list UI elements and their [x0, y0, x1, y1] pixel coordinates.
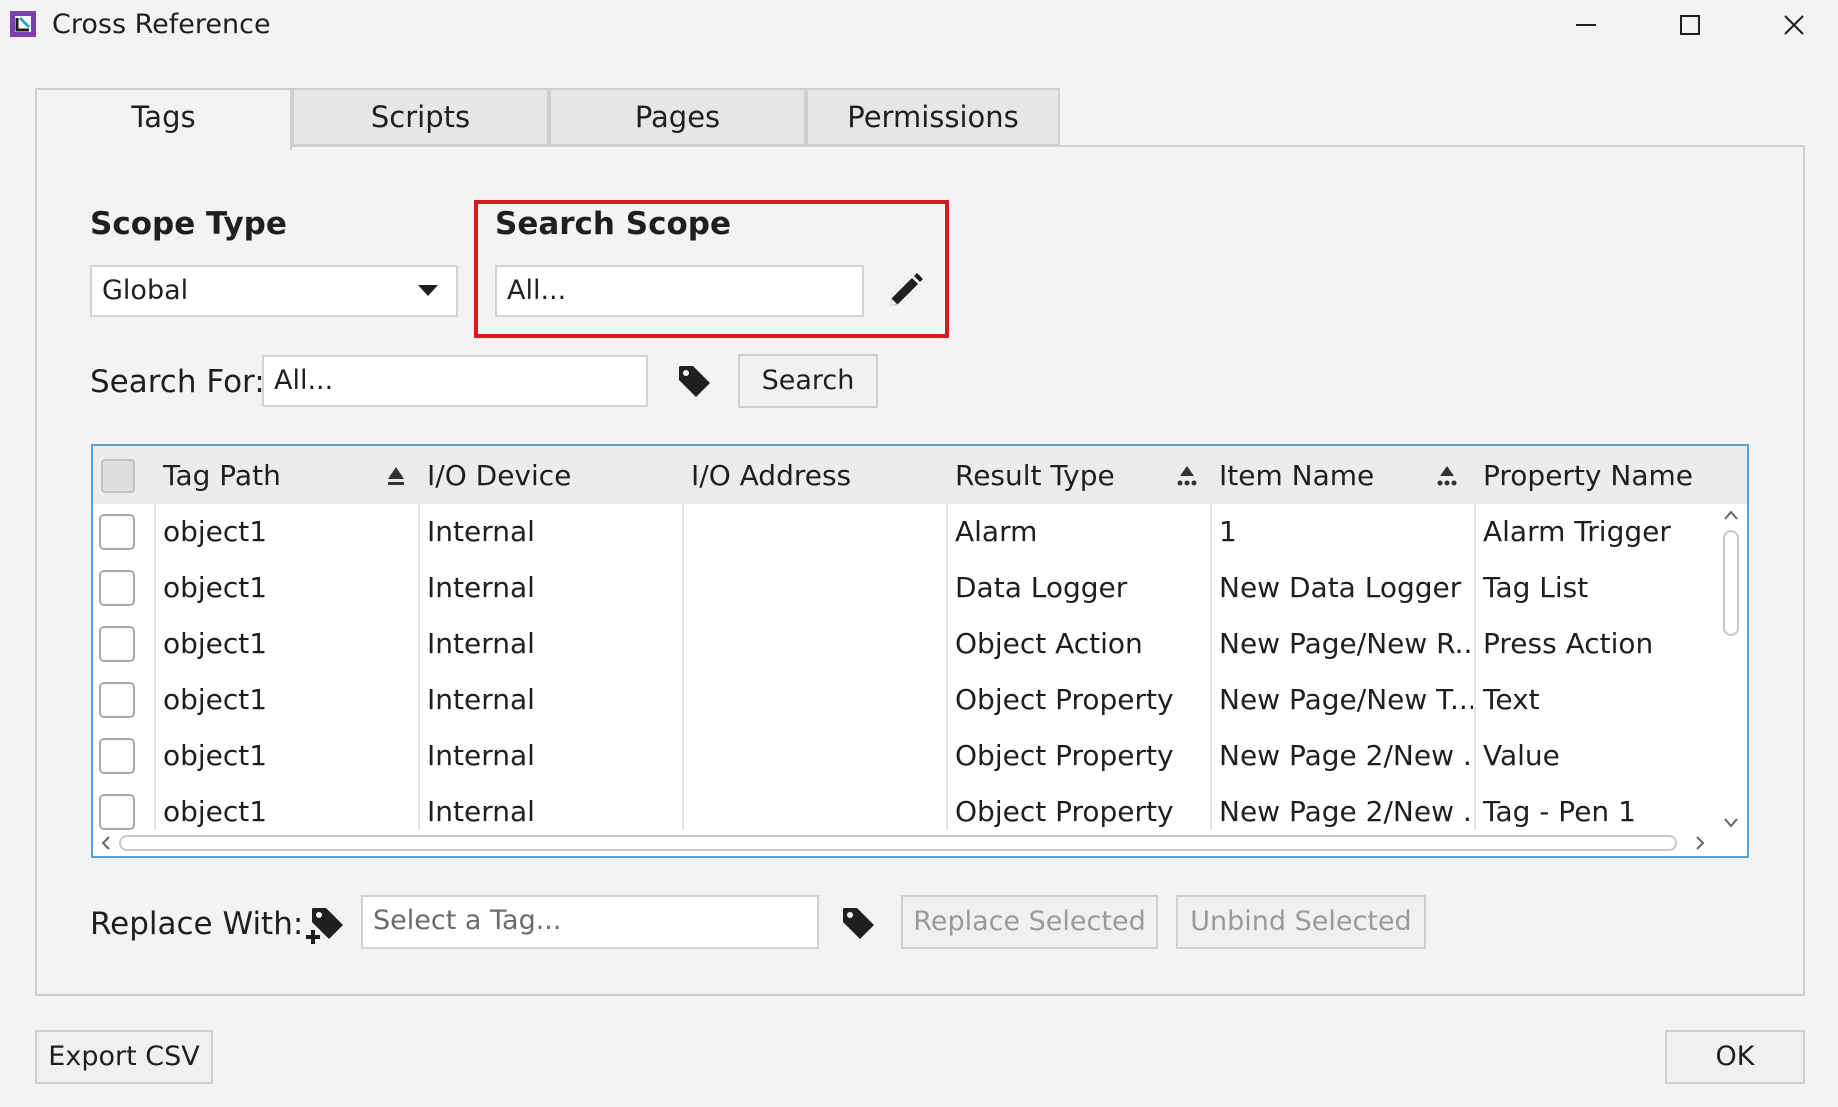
- add-tag-icon[interactable]: [303, 905, 345, 947]
- ok-button[interactable]: OK: [1665, 1030, 1805, 1084]
- maximize-button[interactable]: [1638, 0, 1742, 50]
- tag-icon[interactable]: [676, 363, 714, 401]
- search-scope-field[interactable]: All...: [495, 265, 864, 317]
- horizontal-scroll-thumb[interactable]: [119, 835, 1677, 851]
- search-for-value: All...: [274, 365, 334, 396]
- horizontal-scrollbar[interactable]: [93, 830, 1747, 856]
- replace-tag-field[interactable]: Select a Tag...: [361, 895, 819, 949]
- minimize-button[interactable]: [1534, 0, 1638, 50]
- vertical-scroll-thumb[interactable]: [1723, 530, 1739, 636]
- results-table: Tag Path I/O Device I/O Address Result T…: [91, 444, 1749, 858]
- title-bar: Cross Reference: [0, 0, 1838, 56]
- search-button[interactable]: Search: [738, 354, 878, 408]
- chevron-down-icon: [418, 285, 438, 296]
- column-header-property-name[interactable]: Property Name: [1475, 446, 1735, 504]
- scroll-up-icon[interactable]: [1723, 508, 1739, 522]
- replace-selected-button[interactable]: Replace Selected: [901, 895, 1158, 949]
- scope-type-value: Global: [102, 275, 189, 306]
- app-logo-icon: [10, 11, 36, 37]
- tab-pages[interactable]: Pages: [549, 88, 806, 146]
- search-for-label: Search For:: [90, 364, 265, 400]
- search-scope-value: All...: [507, 275, 567, 306]
- table-row[interactable]: object1 Internal Object Action New Page/…: [93, 616, 1713, 672]
- search-for-field[interactable]: All...: [262, 355, 648, 407]
- select-all-checkbox[interactable]: [101, 459, 135, 493]
- row-checkbox[interactable]: [99, 682, 135, 718]
- row-checkbox[interactable]: [99, 794, 135, 830]
- close-icon: [1784, 15, 1804, 35]
- row-checkbox[interactable]: [99, 570, 135, 606]
- table-row[interactable]: object1 Internal Data Logger New Data Lo…: [93, 560, 1713, 616]
- table-row[interactable]: object1 Internal Object Property New Pag…: [93, 672, 1713, 728]
- column-header-io-address[interactable]: I/O Address: [683, 446, 947, 504]
- table-row[interactable]: object1 Internal Object Property New Pag…: [93, 728, 1713, 784]
- scroll-down-icon[interactable]: [1723, 816, 1739, 830]
- replace-tag-placeholder: Select a Tag...: [373, 905, 562, 936]
- sort-multi-icon[interactable]: [1175, 464, 1199, 488]
- unbind-selected-button[interactable]: Unbind Selected: [1176, 895, 1426, 949]
- search-scope-label: Search Scope: [495, 206, 732, 242]
- tag-icon[interactable]: [840, 905, 878, 943]
- window-title: Cross Reference: [52, 9, 271, 40]
- scroll-left-icon[interactable]: [99, 835, 113, 851]
- row-checkbox[interactable]: [99, 626, 135, 662]
- sort-ascending-icon[interactable]: [385, 464, 407, 486]
- scope-type-label: Scope Type: [90, 206, 287, 242]
- vertical-scrollbar[interactable]: [1715, 504, 1747, 834]
- row-checkbox[interactable]: [99, 514, 135, 550]
- scope-type-dropdown[interactable]: Global: [90, 265, 458, 317]
- scroll-right-icon[interactable]: [1693, 835, 1707, 851]
- table-header: Tag Path I/O Device I/O Address Result T…: [93, 446, 1747, 504]
- column-header-result-type[interactable]: Result Type: [947, 446, 1211, 504]
- table-row[interactable]: object1 Internal Alarm 1 Alarm Trigger: [93, 504, 1713, 560]
- replace-with-label: Replace With:: [90, 906, 304, 942]
- tab-permissions[interactable]: Permissions: [806, 88, 1060, 146]
- edit-pencil-icon[interactable]: [884, 270, 926, 312]
- tab-scripts[interactable]: Scripts: [292, 88, 549, 146]
- sort-multi-icon[interactable]: [1435, 464, 1459, 488]
- maximize-icon: [1680, 15, 1700, 35]
- close-button[interactable]: [1742, 0, 1838, 50]
- column-header-tag-path[interactable]: Tag Path: [155, 446, 419, 504]
- row-checkbox[interactable]: [99, 738, 135, 774]
- minimize-icon: [1576, 24, 1596, 26]
- tab-tags[interactable]: Tags: [35, 88, 292, 150]
- export-csv-button[interactable]: Export CSV: [35, 1030, 213, 1084]
- column-header-io-device[interactable]: I/O Device: [419, 446, 683, 504]
